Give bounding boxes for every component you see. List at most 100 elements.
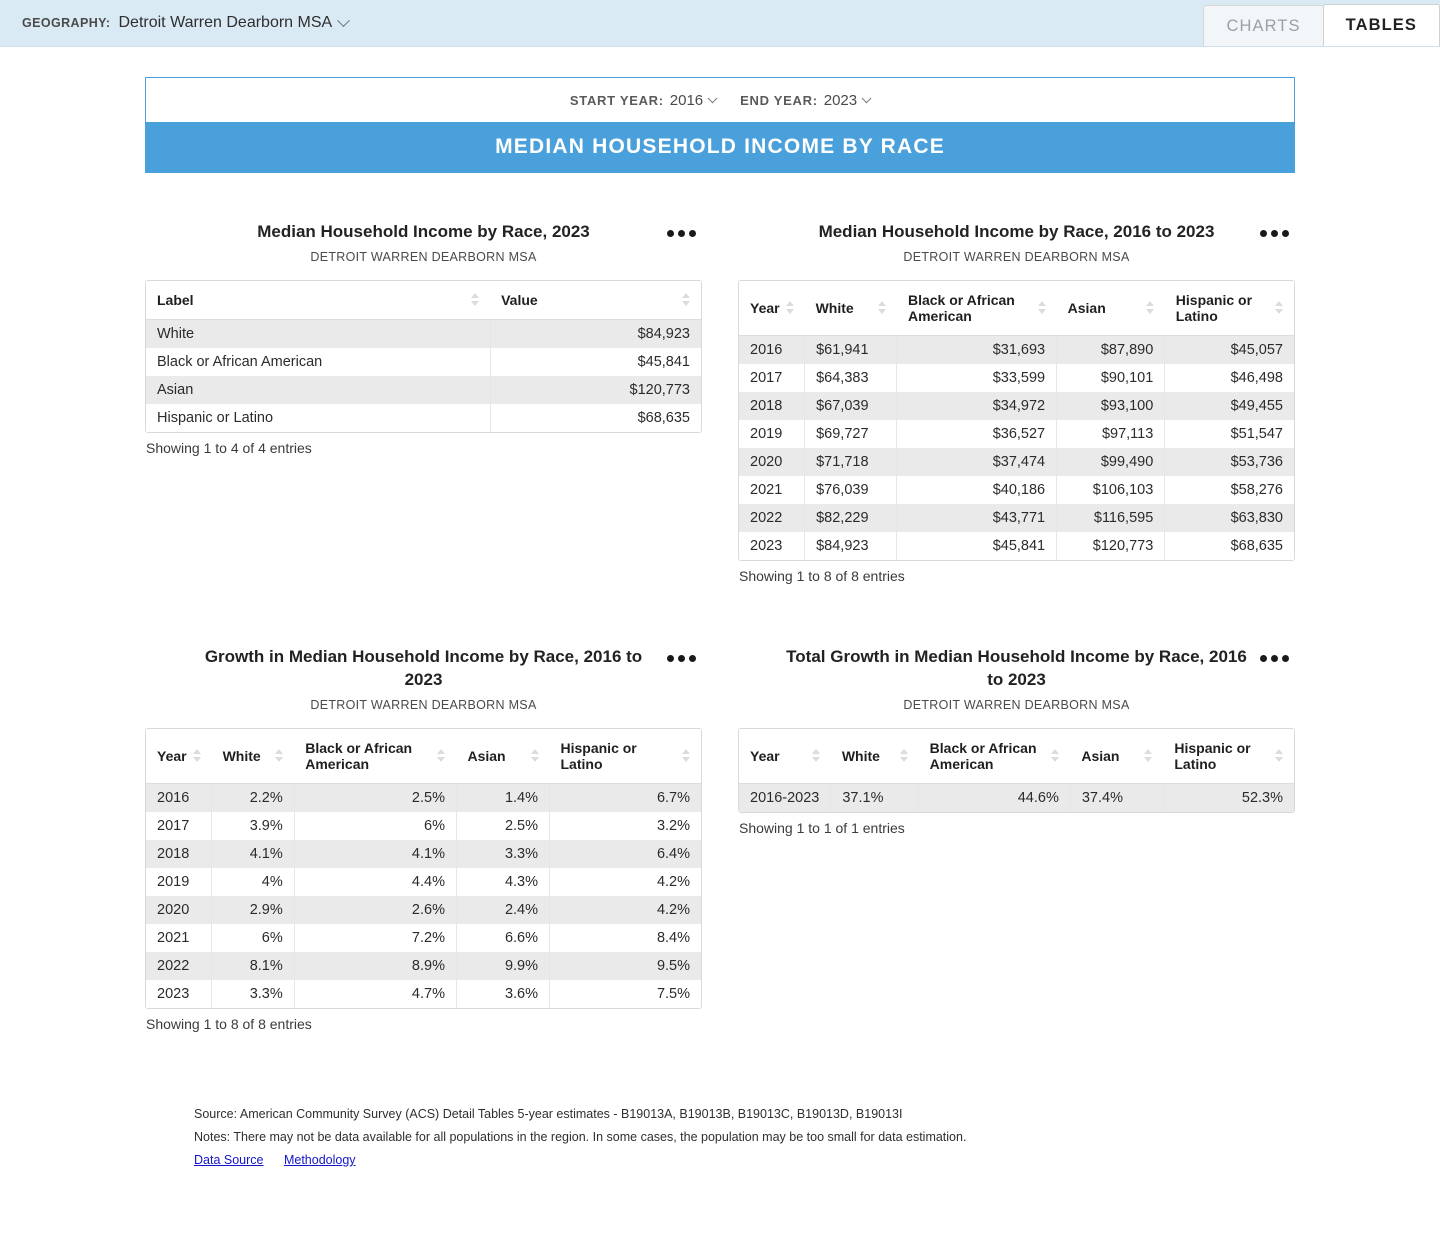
card-title: Total Growth in Median Household Income … bbox=[786, 646, 1247, 689]
start-year-selector[interactable]: START YEAR: 2016 bbox=[570, 92, 718, 109]
column-header-text: Black or African American bbox=[929, 739, 1037, 772]
cell: $68,635 bbox=[1164, 531, 1294, 560]
column-header-hispanic-or-latino[interactable]: Hispanic or Latino bbox=[1163, 728, 1294, 784]
geography-selector[interactable]: Detroit Warren Dearborn MSA bbox=[119, 13, 351, 32]
column-header-white[interactable]: White bbox=[830, 728, 919, 784]
column-header-text: Label bbox=[157, 291, 194, 308]
sort-icon[interactable] bbox=[899, 748, 909, 763]
cell: $120,773 bbox=[490, 375, 701, 404]
tab-charts[interactable]: CHARTS bbox=[1203, 5, 1324, 46]
cell: 2016 bbox=[146, 783, 213, 812]
cell: $84,923 bbox=[804, 531, 898, 560]
card-subtitle: DETROIT WARREN DEARBORN MSA bbox=[903, 249, 1130, 264]
tab-tables[interactable]: TABLES bbox=[1322, 4, 1440, 46]
data-source-link[interactable]: Data Source bbox=[194, 1153, 263, 1167]
cell: 2.6% bbox=[294, 895, 457, 924]
kebab-menu-icon[interactable] bbox=[1256, 226, 1293, 241]
table-row: 2016-2023 37.1% 44.6% 37.4% 52.3% bbox=[739, 783, 1294, 812]
cell: 2022 bbox=[739, 503, 806, 532]
column-header-text: Asian bbox=[1067, 299, 1106, 316]
cell: 3.9% bbox=[211, 811, 295, 840]
cell: $84,923 bbox=[490, 319, 701, 348]
kebab-menu-icon[interactable] bbox=[663, 226, 700, 241]
cell: 2.9% bbox=[211, 895, 295, 924]
methodology-link[interactable]: Methodology bbox=[284, 1153, 356, 1167]
kebab-menu-icon[interactable] bbox=[1256, 651, 1293, 666]
column-header-year[interactable]: Year bbox=[739, 280, 805, 336]
cell: $87,890 bbox=[1056, 335, 1166, 364]
cell: $82,229 bbox=[804, 503, 898, 532]
column-header-year[interactable]: Year bbox=[146, 728, 212, 784]
data-table: Year White Black or African American Asi… bbox=[739, 728, 1294, 812]
column-header-hispanic-or-latino[interactable]: Hispanic or Latino bbox=[1164, 280, 1294, 336]
cell: 2.4% bbox=[456, 895, 551, 924]
tables-grid: Median Household Income by Race, 2023 DE… bbox=[145, 221, 1295, 1032]
geography-bar: GEOGRAPHY: Detroit Warren Dearborn MSA C… bbox=[0, 0, 1440, 47]
cell: $53,736 bbox=[1164, 447, 1294, 476]
cell: 52.3% bbox=[1163, 783, 1294, 812]
column-header-asian[interactable]: Asian bbox=[456, 728, 550, 784]
cell: 2023 bbox=[146, 979, 213, 1008]
sort-icon[interactable] bbox=[530, 748, 540, 763]
data-table: Label Value White $84,923 Black or Afric… bbox=[146, 280, 701, 432]
sort-icon[interactable] bbox=[192, 748, 202, 763]
column-header-black-or-african-american[interactable]: Black or African American bbox=[918, 728, 1071, 784]
sort-icon[interactable] bbox=[275, 748, 284, 763]
sort-icon[interactable] bbox=[811, 748, 821, 763]
column-header-hispanic-or-latino[interactable]: Hispanic or Latino bbox=[549, 728, 701, 784]
sort-icon[interactable] bbox=[682, 292, 691, 307]
column-header-asian[interactable]: Asian bbox=[1056, 280, 1165, 336]
cell: $64,383 bbox=[804, 363, 898, 392]
cell: 8.4% bbox=[549, 923, 701, 952]
cell: $116,595 bbox=[1056, 503, 1166, 532]
column-header-white[interactable]: White bbox=[211, 728, 295, 784]
cell: Black or African American bbox=[146, 347, 491, 376]
column-header-text: Value bbox=[501, 291, 538, 308]
table-row: 2016 2.2% 2.5% 1.4% 6.7% bbox=[146, 783, 701, 812]
sort-icon[interactable] bbox=[1144, 748, 1153, 763]
sort-icon[interactable] bbox=[785, 300, 795, 315]
table-container: Year White Black or African American Asi… bbox=[738, 279, 1295, 561]
footer-source: Source: American Community Survey (ACS) … bbox=[194, 1107, 903, 1121]
column-header-label[interactable]: Label bbox=[146, 280, 491, 320]
cell: $61,941 bbox=[804, 335, 898, 364]
cell: $93,100 bbox=[1056, 391, 1166, 420]
column-header-text: White bbox=[222, 747, 261, 764]
table-row: 2020 2.9% 2.6% 2.4% 4.2% bbox=[146, 895, 701, 924]
sort-icon[interactable] bbox=[1037, 300, 1047, 315]
table-row: 2018 4.1% 4.1% 3.3% 6.4% bbox=[146, 839, 701, 868]
cell: 37.1% bbox=[830, 783, 920, 812]
sort-icon[interactable] bbox=[437, 748, 446, 763]
cell: $120,773 bbox=[1056, 531, 1166, 560]
cell: $63,830 bbox=[1164, 503, 1294, 532]
column-header-year[interactable]: Year bbox=[739, 728, 831, 784]
column-header-black-or-african-american[interactable]: Black or African American bbox=[294, 728, 457, 784]
cell: 7.5% bbox=[549, 979, 701, 1008]
sort-icon[interactable] bbox=[1275, 300, 1284, 315]
cell: $45,841 bbox=[490, 347, 701, 376]
column-header-value[interactable]: Value bbox=[490, 280, 701, 320]
column-header-white[interactable]: White bbox=[804, 280, 897, 336]
table-container: Year White Black or African American Asi… bbox=[145, 727, 702, 1009]
end-year-selector[interactable]: END YEAR: 2023 bbox=[740, 92, 872, 109]
cell: $33,599 bbox=[896, 363, 1058, 392]
column-header-black-or-african-american[interactable]: Black or African American bbox=[896, 280, 1057, 336]
cell: 9.9% bbox=[456, 951, 551, 980]
card-title: Median Household Income by Race, 2016 to… bbox=[818, 222, 1215, 241]
sort-icon[interactable] bbox=[877, 300, 887, 315]
sort-icon[interactable] bbox=[1051, 748, 1060, 763]
column-header-text: Year bbox=[750, 747, 780, 764]
column-header-text: Hispanic or Latino bbox=[560, 739, 637, 772]
kebab-menu-icon[interactable] bbox=[663, 651, 700, 666]
cell: $43,771 bbox=[896, 503, 1058, 532]
column-header-text: Black or African American bbox=[907, 291, 1015, 324]
sort-icon[interactable] bbox=[682, 748, 691, 763]
column-header-asian[interactable]: Asian bbox=[1070, 728, 1164, 784]
sort-icon[interactable] bbox=[1275, 748, 1284, 763]
cell: 3.3% bbox=[456, 839, 551, 868]
cell: 3.3% bbox=[211, 979, 295, 1008]
sort-icon[interactable] bbox=[471, 292, 480, 307]
chevron-down-icon bbox=[861, 92, 872, 103]
report-banner-title: MEDIAN HOUSEHOLD INCOME BY RACE bbox=[146, 122, 1294, 173]
sort-icon[interactable] bbox=[1145, 300, 1155, 315]
